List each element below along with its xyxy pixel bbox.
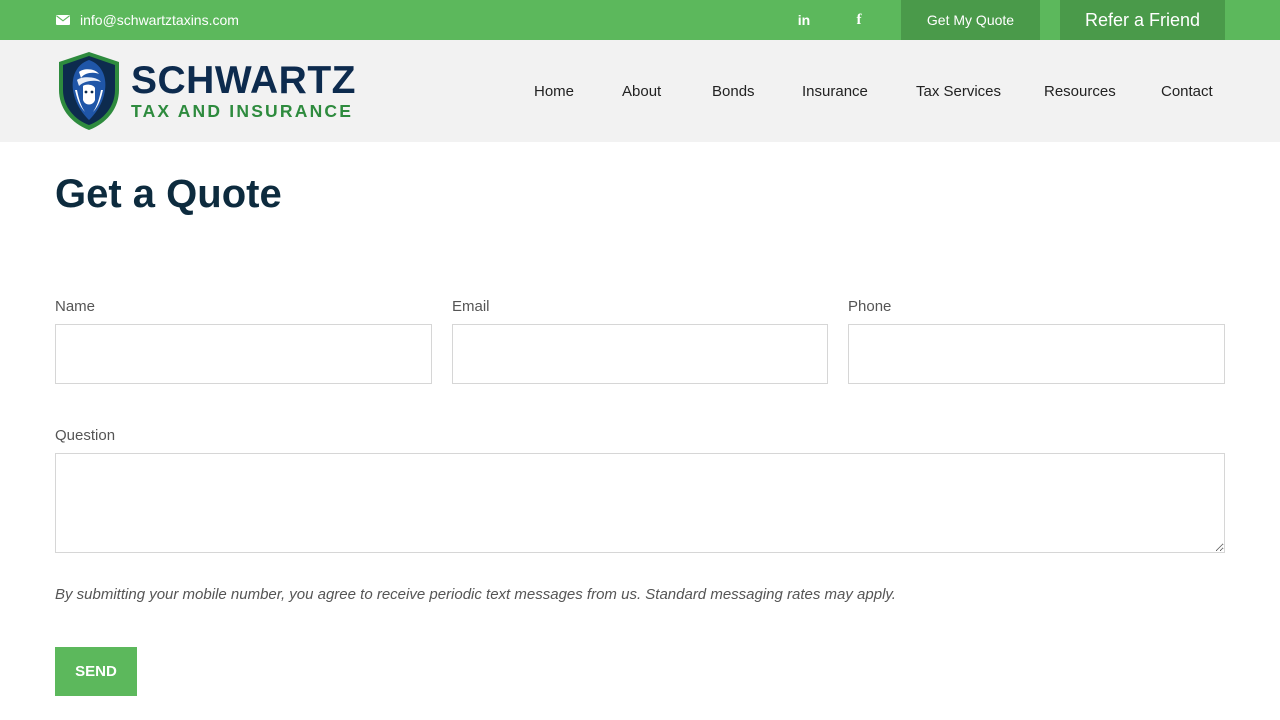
question-label: Question — [55, 427, 116, 444]
nav-item-bonds[interactable]: Bonds — [712, 40, 755, 142]
sms-consent-notice: By submitting your mobile number, you ag… — [55, 586, 896, 603]
nav-item-insurance[interactable]: Insurance — [802, 40, 868, 142]
facebook-icon[interactable]: f — [849, 0, 869, 40]
get-my-quote-button[interactable]: Get My Quote — [901, 0, 1040, 40]
email-input[interactable] — [452, 324, 828, 384]
send-button[interactable]: SEND — [55, 647, 137, 696]
question-textarea[interactable] — [55, 453, 1225, 553]
phone-input[interactable] — [848, 324, 1225, 384]
nav-item-resources[interactable]: Resources — [1044, 40, 1116, 142]
phone-label: Phone — [848, 298, 892, 315]
logo-brand-name: SCHWARTZ — [131, 59, 356, 102]
nav-item-home[interactable]: Home — [534, 40, 574, 142]
page-title: Get a Quote — [55, 172, 282, 216]
site-logo[interactable]: SCHWARTZ TAX AND INSURANCE — [55, 50, 355, 132]
logo-wordmark: SCHWARTZ TAX AND INSURANCE — [131, 59, 356, 122]
name-label: Name — [55, 298, 96, 315]
email-label: Email — [452, 298, 490, 315]
email-link[interactable]: info@schwartztaxins.com — [56, 0, 239, 40]
nav-item-contact[interactable]: Contact — [1161, 40, 1213, 142]
top-bar: info@schwartztaxins.com in f Get My Quot… — [0, 0, 1280, 40]
linkedin-icon[interactable]: in — [794, 0, 814, 40]
lion-shield-icon — [59, 52, 119, 130]
name-input[interactable] — [55, 324, 432, 384]
nav-item-about[interactable]: About — [622, 40, 661, 142]
refer-a-friend-button[interactable]: Refer a Friend — [1060, 0, 1225, 40]
envelope-icon — [56, 15, 70, 25]
logo-tagline: TAX AND INSURANCE — [131, 101, 354, 121]
email-text: info@schwartztaxins.com — [80, 12, 239, 28]
nav-item-tax-services[interactable]: Tax Services — [916, 40, 1001, 142]
